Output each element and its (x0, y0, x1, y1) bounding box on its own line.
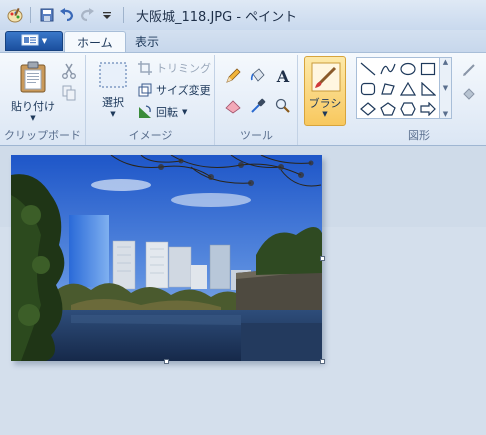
shapes-gallery (356, 57, 440, 119)
color-picker-icon[interactable] (247, 95, 269, 117)
crop-button[interactable]: トリミング (137, 59, 211, 77)
shapes-gallery-scrollbar[interactable]: ▲ ▼ ▼ (440, 57, 452, 119)
resize-button[interactable]: サイズ変更 (137, 81, 211, 99)
scroll-down-icon[interactable]: ▼ (443, 84, 448, 92)
clipboard-group: 貼り付け ▼ クリップボード (0, 55, 86, 145)
hexagon-shape-icon[interactable] (399, 101, 417, 117)
clipboard-group-label: クリップボード (4, 129, 81, 142)
paste-button[interactable]: 貼り付け ▼ (8, 61, 58, 122)
rounded-rectangle-shape-icon[interactable] (359, 81, 377, 97)
window-title: 大阪城_118.JPG - ペイント (136, 9, 298, 25)
scissors-icon[interactable] (58, 60, 80, 82)
selection-icon (98, 61, 128, 92)
magnifier-icon[interactable] (272, 95, 294, 117)
tab-home[interactable]: ホーム (64, 31, 126, 52)
tab-home-label: ホーム (77, 35, 113, 50)
curve-shape-icon[interactable] (379, 61, 397, 77)
ribbon: 貼り付け ▼ クリップボード 選択 ▼ トリミング サイズ変更 回転 ▼ イメー… (0, 52, 486, 146)
brush-label: ブラシ (308, 97, 342, 110)
select-label: 選択 (102, 96, 124, 109)
brush-dropdown-icon: ▼ (322, 110, 328, 118)
clipboard-icon (19, 61, 47, 96)
gallery-expand-icon[interactable]: ▼ (443, 110, 448, 118)
crop-icon (137, 60, 153, 76)
text-icon[interactable]: A (272, 65, 294, 87)
title-separator (123, 7, 124, 23)
line-shape-icon[interactable] (359, 61, 377, 77)
drawing-canvas[interactable] (11, 155, 322, 361)
rectangle-shape-icon[interactable] (419, 61, 437, 77)
resize-handle-corner[interactable] (320, 359, 325, 364)
tab-view[interactable]: 表示 (123, 31, 171, 52)
customize-qat-icon[interactable] (97, 5, 117, 25)
paint-app-icon[interactable] (6, 6, 24, 24)
shapes-group-label: 図形 (408, 129, 430, 142)
oval-shape-icon[interactable] (399, 61, 417, 77)
copy-icon[interactable] (58, 82, 80, 104)
file-menu-arrow-icon: ▼ (41, 37, 48, 45)
right-triangle-shape-icon[interactable] (419, 81, 437, 97)
tab-view-label: 表示 (135, 35, 160, 49)
pencil-icon[interactable] (222, 65, 244, 87)
outline-icon[interactable] (458, 59, 480, 81)
resize-icon (137, 82, 153, 98)
pentagon-shape-icon[interactable] (379, 101, 397, 117)
tools-group-label: ツール (240, 129, 273, 142)
fill-bucket-icon[interactable] (247, 65, 269, 87)
crop-label: トリミング (156, 62, 211, 75)
resize-handle-bottom[interactable] (164, 359, 169, 364)
ribbon-tab-row: ▼ ホーム 表示 (0, 30, 486, 52)
eraser-icon[interactable] (222, 95, 244, 117)
rotate-dropdown-icon: ▼ (182, 108, 188, 116)
triangle-shape-icon[interactable] (399, 81, 417, 97)
title-bar: 大阪城_118.JPG - ペイント (0, 0, 486, 30)
right-arrow-shape-icon[interactable] (419, 101, 437, 117)
qat-separator (30, 7, 31, 23)
paste-label: 貼り付け (11, 100, 55, 113)
scroll-up-icon[interactable]: ▲ (443, 58, 448, 66)
brushes-button[interactable]: ブラシ ▼ (304, 56, 346, 126)
diamond-shape-icon[interactable] (359, 101, 377, 117)
resize-label: サイズ変更 (156, 84, 211, 97)
brush-icon (311, 62, 341, 95)
rotate-button[interactable]: 回転 ▼ (137, 103, 187, 121)
canvas-image (11, 155, 322, 361)
paste-dropdown-icon[interactable]: ▼ (30, 114, 35, 122)
image-group-label: イメージ (128, 129, 173, 142)
redo-icon[interactable] (77, 5, 97, 25)
select-button[interactable]: 選択 ▼ (93, 61, 133, 118)
rotate-icon (137, 104, 153, 120)
resize-handle-right[interactable] (320, 256, 325, 261)
rotate-label: 回転 (156, 106, 178, 119)
file-menu-icon (21, 34, 39, 49)
image-group: 選択 ▼ トリミング サイズ変更 回転 ▼ イメージ (87, 55, 215, 145)
select-dropdown-icon[interactable]: ▼ (110, 110, 115, 118)
tools-group: A ツール (216, 55, 298, 145)
polygon-shape-icon[interactable] (379, 81, 397, 97)
file-menu-button[interactable]: ▼ (5, 31, 63, 51)
save-icon[interactable] (37, 5, 57, 25)
undo-icon[interactable] (57, 5, 77, 25)
fill-icon[interactable] (458, 83, 480, 105)
